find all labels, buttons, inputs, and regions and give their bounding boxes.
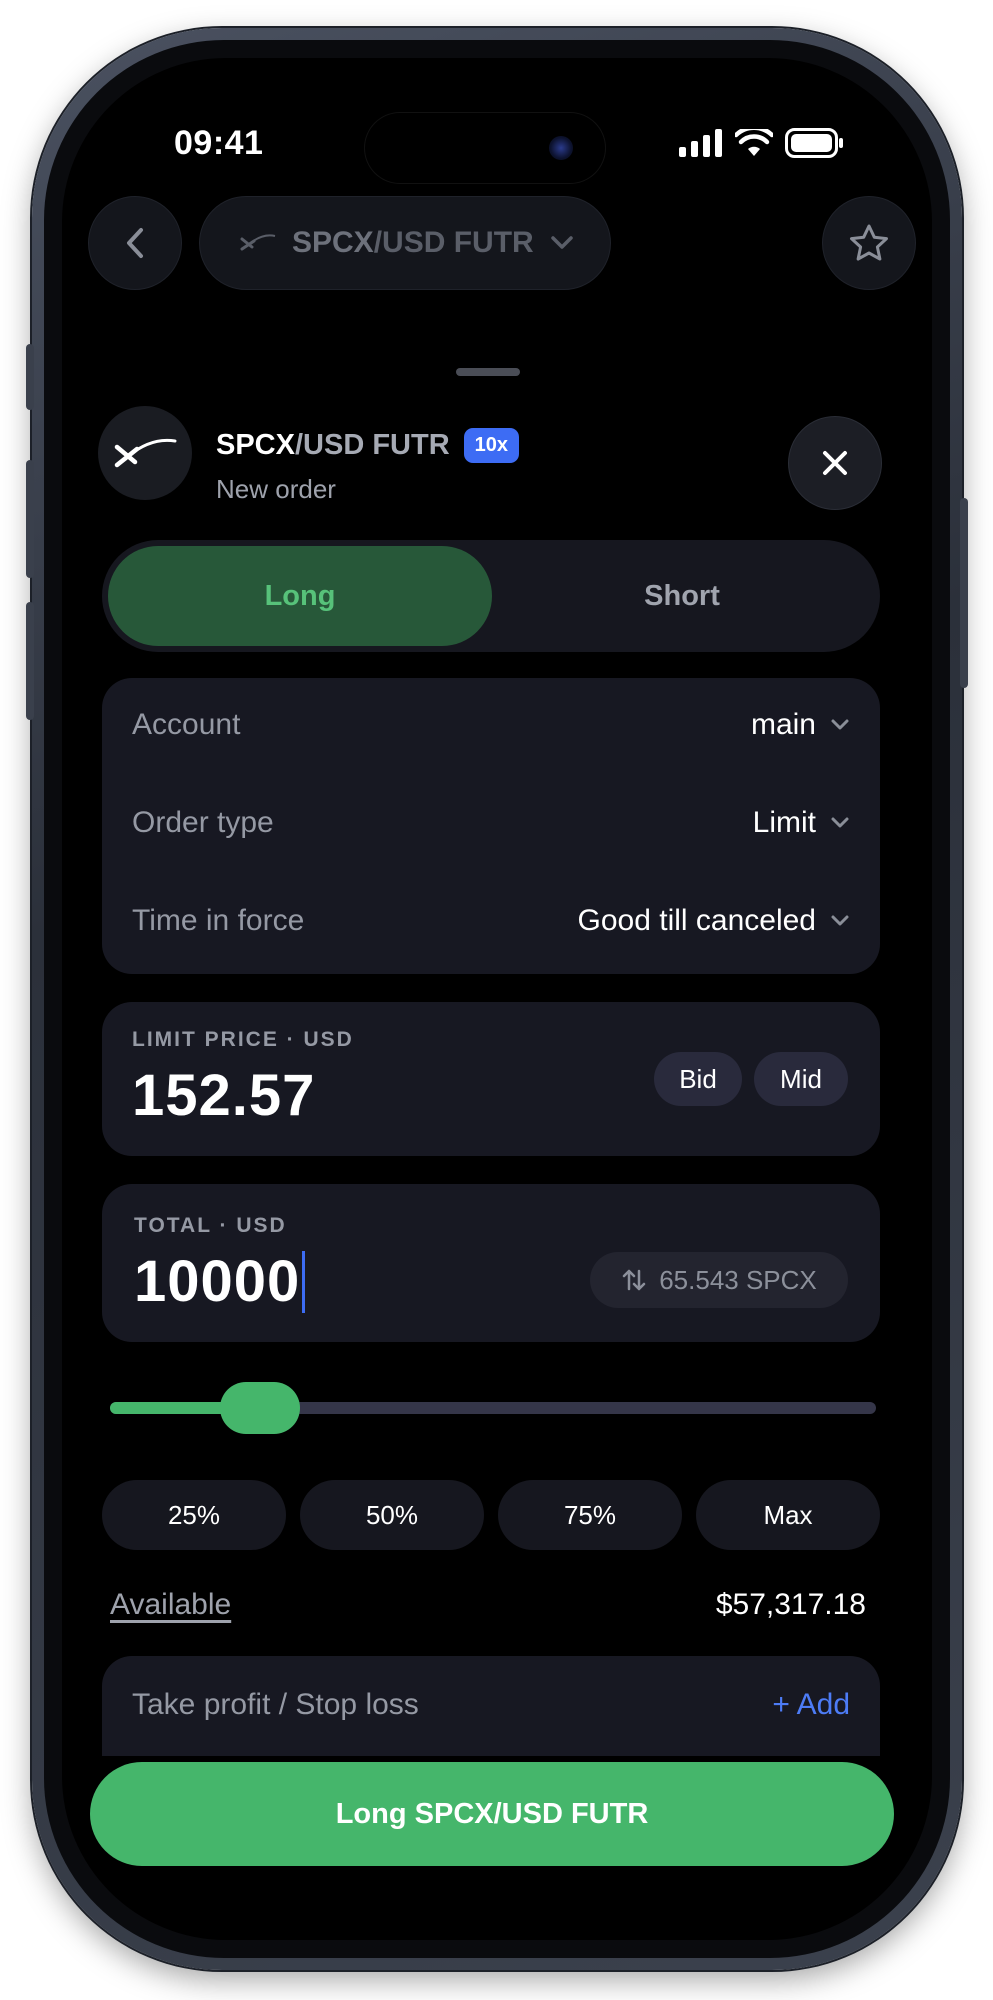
order-type-select[interactable]: Order type Limit [132,806,850,840]
header-quote: /USD FUTR [294,429,450,461]
market-selector[interactable]: SPCX/USD FUTR [199,196,611,290]
volume-down-button [26,602,34,720]
limit-price-label: LIMIT PRICE · USD [132,1028,354,1051]
favorite-button[interactable] [822,196,916,290]
mid-button[interactable]: Mid [754,1052,848,1106]
total-input[interactable]: 10000 [134,1248,306,1317]
percent-75-button[interactable]: 75% [498,1480,682,1550]
converted-amount: 65.543 SPCX [659,1264,817,1295]
available-link[interactable]: Available [110,1588,231,1622]
max-button[interactable]: Max [696,1480,880,1550]
header-symbol: SPCX [216,429,295,461]
amount-slider[interactable] [110,1382,876,1434]
chevron-down-icon [831,915,849,926]
wifi-icon [735,129,773,156]
battery-icon [785,128,843,158]
action-button [26,344,34,410]
percent-50-button[interactable]: 50% [300,1480,484,1550]
tp-sl-label: Take profit / Stop loss [132,1688,419,1721]
phone-frame: 09:41 SPCX/USD FUTR SPCX /USD FUTR 10x N… [26,28,968,1970]
bid-button[interactable]: Bid [654,1052,742,1106]
submit-order-button[interactable]: Long SPCX/USD FUTR [90,1762,894,1866]
order-title: SPCX /USD FUTR 10x [216,428,520,463]
account-label: Account [132,708,241,741]
status-icons [679,128,845,158]
sheet-grabber[interactable] [456,368,520,376]
time-in-force-value: Good till canceled [577,904,816,937]
signal-icon [679,129,722,157]
short-tab[interactable]: Short [490,546,874,646]
conversion-toggle[interactable]: 65.543 SPCX [590,1252,848,1308]
order-type-label: Order type [132,806,274,839]
spacex-logo-icon [114,438,177,468]
limit-price-input[interactable]: 152.57 [132,1062,315,1129]
screen: 09:41 SPCX/USD FUTR SPCX /USD FUTR 10x N… [62,58,932,1940]
market-logo [98,406,192,500]
back-button[interactable] [88,196,182,290]
swap-arrows-icon [622,1269,646,1291]
bezel: 09:41 SPCX/USD FUTR SPCX /USD FUTR 10x N… [44,40,950,1958]
available-balance: $57,317.18 [715,1588,866,1621]
account-value: main [750,708,816,741]
close-icon [823,451,847,475]
order-subtitle: New order [216,474,336,504]
chevron-down-icon [831,719,849,730]
camera-icon [549,136,573,160]
nav-symbol: SPCX [292,226,374,259]
chevron-down-icon [550,236,573,249]
time-in-force-label: Time in force [132,904,305,937]
volume-up-button [26,460,34,578]
spacex-logo-icon [240,234,276,251]
percent-25-button[interactable]: 25% [102,1480,286,1550]
total-card[interactable]: TOTAL · USD 10000 65.543 SPCX [102,1184,880,1342]
chevron-down-icon [831,817,849,828]
chevron-left-icon [127,228,143,258]
total-value: 10000 [134,1249,301,1314]
status-time: 09:41 [174,124,264,162]
star-icon [850,224,888,261]
text-cursor [302,1250,306,1313]
limit-price-card[interactable]: LIMIT PRICE · USD 152.57 Bid Mid [102,1002,880,1156]
tp-sl-card: Take profit / Stop loss + Add [102,1656,880,1756]
account-select[interactable]: Account main [132,708,850,742]
total-label: TOTAL · USD [134,1214,287,1237]
slider-thumb[interactable] [220,1382,301,1434]
order-type-value: Limit [752,806,816,839]
order-options-card: Account main Order type Limit Time in fo… [102,678,880,974]
tp-sl-add-button[interactable]: + Add [772,1688,850,1722]
nav-quote: /USD FUTR [373,226,534,259]
long-tab[interactable]: Long [108,546,492,646]
close-button[interactable] [788,416,882,510]
time-in-force-select[interactable]: Time in force Good till canceled [132,904,850,938]
leverage-badge: 10x [463,428,520,463]
side-toggle: Long Short [102,540,880,652]
power-button [960,498,968,688]
